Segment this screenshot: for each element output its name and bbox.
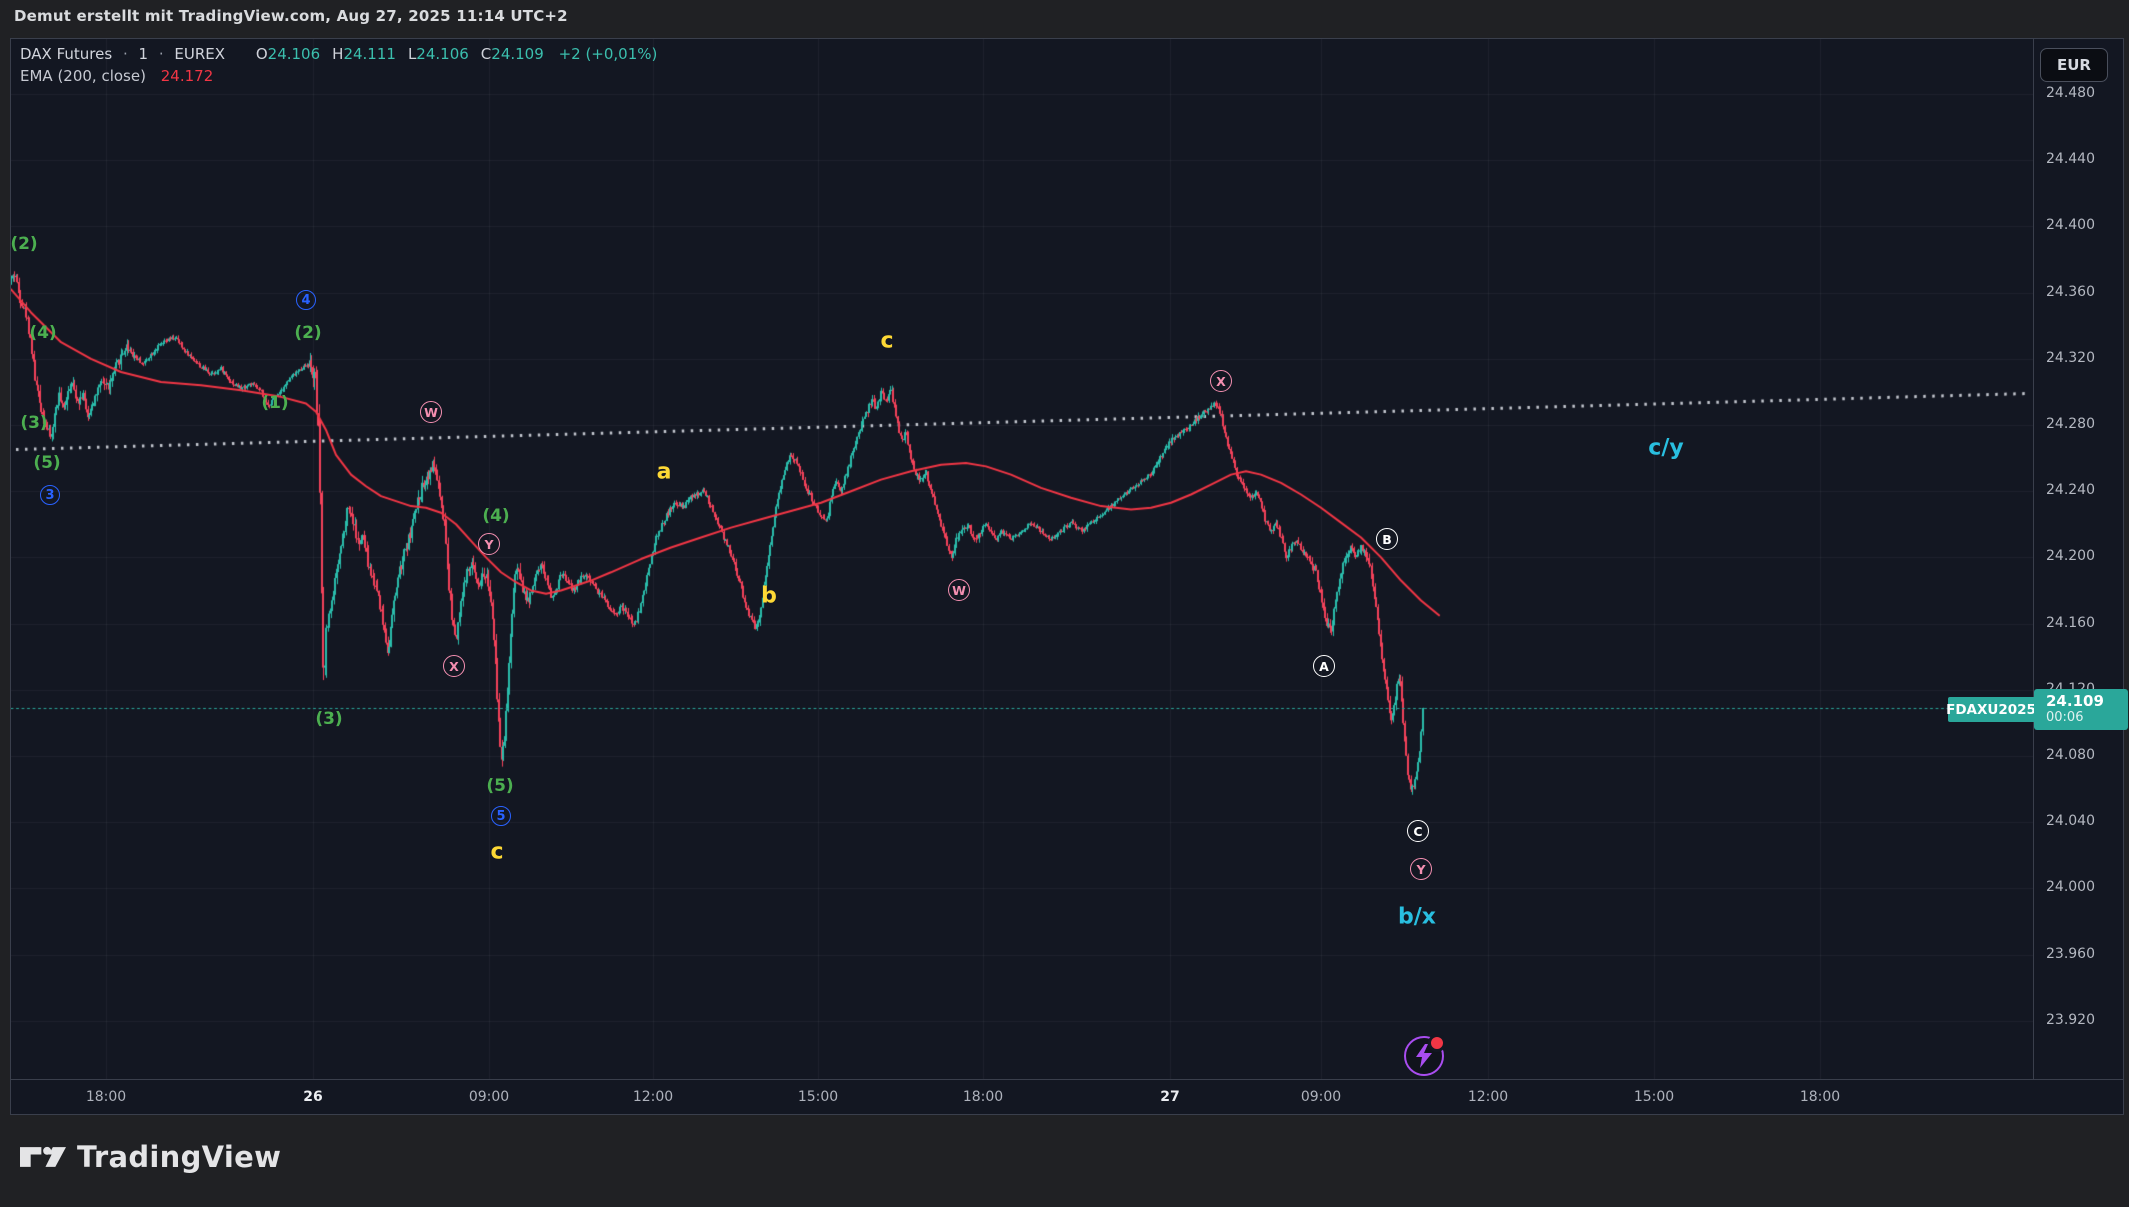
wave-label-C-23[interactable]: C: [1407, 820, 1429, 842]
wave-label-Y-10[interactable]: Y: [478, 533, 500, 555]
price-axis[interactable]: 24.480 24.440 24.400 24.360 24.320 24.280 24.2…: [2033, 39, 2125, 1079]
price-line-symbol-label: FDAXU2025: [1948, 697, 2034, 722]
time-axis-label: 12:00: [1468, 1089, 1508, 1105]
wave-label-W-8[interactable]: W: [420, 401, 442, 423]
wave-label-Y-24[interactable]: Y: [1410, 858, 1432, 880]
price-axis-label: 24.080: [2046, 747, 2095, 763]
wave-label-b-17[interactable]: b: [761, 584, 777, 609]
wave-label-a-16[interactable]: a: [657, 460, 672, 485]
price-axis-label: 24.480: [2046, 85, 2095, 101]
notification-dot: [1428, 1034, 1446, 1052]
time-axis[interactable]: 18:00 26 09:00 12:00 15:00 18:00 27 09:00 12:00 1…: [11, 1079, 2123, 1116]
ohlc-value: 24.109: [491, 45, 544, 63]
time-axis-label: 12:00: [633, 1089, 673, 1105]
price-axis-label: 24.000: [2046, 879, 2095, 895]
ohlc-letter: C: [481, 45, 491, 63]
time-axis-label: 15:00: [1634, 1089, 1674, 1105]
legend-symbol[interactable]: DAX Futures: [20, 45, 112, 63]
time-axis-label: 15:00: [798, 1089, 838, 1105]
wave-label-W-19[interactable]: W: [948, 579, 970, 601]
wave-label-bx-25[interactable]: b/x: [1398, 905, 1436, 930]
legend-indicator-row[interactable]: EMA (200, close) 24.172: [20, 66, 657, 86]
wave-label-3-4[interactable]: 3: [40, 485, 60, 505]
ohlc-letter: O: [256, 45, 268, 63]
wave-label-4-9[interactable]: (4): [482, 506, 509, 526]
wave-label-5-3[interactable]: (5): [33, 453, 60, 473]
indicator-value: 24.172: [161, 67, 214, 85]
flash-idea-icon[interactable]: [1404, 1036, 1444, 1076]
wave-label-cy-26[interactable]: c/y: [1648, 436, 1683, 461]
time-axis-label: 27: [1160, 1089, 1179, 1105]
time-axis-label: 26: [303, 1089, 322, 1105]
legend-ohlc-values: O24.106H24.111L24.106C24.109: [244, 45, 544, 63]
time-axis-label: 18:00: [1800, 1089, 1840, 1105]
currency-badge: EUR: [2040, 48, 2108, 82]
price-axis-label: 24.320: [2046, 350, 2095, 366]
legend-interval[interactable]: 1: [139, 45, 149, 63]
time-axis-label: 18:00: [86, 1089, 126, 1105]
legend-change: +2 (+0,01%): [559, 45, 658, 63]
price-axis-label: 24.400: [2046, 217, 2095, 233]
wave-label-4-1[interactable]: (4): [29, 323, 56, 343]
bar-countdown: 00:06: [2046, 710, 2128, 726]
wave-label-X-11[interactable]: X: [443, 655, 465, 677]
price-axis-label: 24.440: [2046, 151, 2095, 167]
wave-label-A-22[interactable]: A: [1313, 655, 1335, 677]
price-axis-label: 23.920: [2046, 1012, 2095, 1028]
price-axis-label: 24.280: [2046, 416, 2095, 432]
page-title: Demut erstellt mit TradingView.com, Aug …: [14, 7, 568, 25]
ohlc-letter: H: [332, 45, 343, 63]
wave-label-B-21[interactable]: B: [1376, 528, 1398, 550]
price-axis-label: 24.360: [2046, 284, 2095, 300]
chart-widget: DAX Futures · 1 · EUREX O24.106H24.111L2…: [10, 38, 2124, 1115]
wave-label-3-2[interactable]: (3): [20, 413, 47, 433]
wave-label-2-6[interactable]: (2): [294, 323, 321, 343]
legend: DAX Futures · 1 · EUREX O24.106H24.111L2…: [20, 44, 657, 86]
legend-exchange: EUREX: [174, 45, 225, 63]
price-axis-label: 23.960: [2046, 946, 2095, 962]
wave-label-1-7[interactable]: (1): [261, 393, 288, 413]
ohlc-value: 24.106: [268, 45, 321, 63]
legend-separator: ·: [159, 45, 164, 63]
wave-label-X-20[interactable]: X: [1210, 370, 1232, 392]
wave-label-2-0[interactable]: (2): [10, 234, 37, 254]
ohlc-value: 24.111: [343, 45, 396, 63]
wave-label-5-14[interactable]: 5: [491, 806, 511, 826]
wave-label-c-18[interactable]: c: [880, 329, 893, 354]
time-axis-label: 09:00: [469, 1089, 509, 1105]
legend-separator: ·: [123, 45, 128, 63]
last-price-badge: 24.109 00:06: [2034, 689, 2128, 730]
time-axis-label: 18:00: [963, 1089, 1003, 1105]
price-axis-label: 24.160: [2046, 615, 2095, 631]
wave-label-3-12[interactable]: (3): [315, 709, 342, 729]
tradingview-logo-text: TradingView: [77, 1140, 281, 1174]
price-chart-canvas[interactable]: [11, 39, 2033, 1079]
wave-label-c-15[interactable]: c: [490, 840, 503, 865]
price-axis-label: 24.240: [2046, 482, 2095, 498]
indicator-name[interactable]: EMA (200, close): [20, 67, 146, 85]
time-axis-label: 09:00: [1301, 1089, 1341, 1105]
tradingview-logo-icon: [20, 1144, 66, 1170]
wave-label-4-5[interactable]: 4: [296, 290, 316, 310]
legend-symbol-row[interactable]: DAX Futures · 1 · EUREX O24.106H24.111L2…: [20, 44, 657, 64]
wave-label-5-13[interactable]: (5): [486, 776, 513, 796]
last-price: 24.109: [2046, 692, 2128, 710]
ohlc-value: 24.106: [416, 45, 469, 63]
price-axis-label: 24.040: [2046, 813, 2095, 829]
tradingview-snapshot: Demut erstellt mit TradingView.com, Aug …: [0, 0, 2129, 1207]
price-axis-label: 24.200: [2046, 548, 2095, 564]
tradingview-logo[interactable]: TradingView: [20, 1140, 281, 1174]
